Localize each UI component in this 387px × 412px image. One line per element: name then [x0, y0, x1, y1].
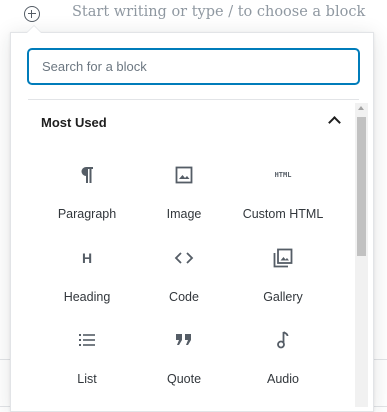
block-label: Gallery	[263, 290, 303, 304]
block-search-input[interactable]	[28, 49, 359, 84]
paragraph-icon	[75, 163, 99, 187]
scroll-up-arrow-icon[interactable]	[358, 106, 364, 110]
image-icon	[172, 163, 196, 187]
chevron-up-icon[interactable]	[328, 116, 341, 129]
block-quote[interactable]: Quote	[134, 328, 234, 404]
block-label: Paragraph	[57, 207, 117, 221]
most-used-panel-toggle[interactable]: Most Used	[28, 107, 359, 137]
code-icon	[172, 246, 196, 270]
block-label: Custom HTML	[242, 207, 324, 221]
heading-icon: H	[75, 246, 99, 270]
block-label: Code	[169, 290, 199, 304]
editor-placeholder[interactable]: Start writing or type / to choose a bloc…	[72, 4, 365, 20]
block-label: Audio	[267, 372, 299, 386]
block-label: List	[77, 372, 97, 386]
block-custom-html[interactable]: HTML Custom HTML	[233, 163, 333, 239]
block-label: Heading	[63, 290, 111, 304]
add-block-icon[interactable]	[24, 6, 40, 22]
block-heading[interactable]: H Heading	[37, 246, 137, 322]
heading-icon-text: H	[81, 250, 93, 266]
html-icon-text: HTML	[274, 171, 292, 179]
scrollbar-thumb[interactable]	[357, 117, 366, 256]
block-inserter-popover: Most Used Paragraph Image HTML Custom HT…	[10, 25, 374, 412]
quote-icon	[172, 328, 196, 352]
editor-default-block: Start writing or type / to choose a bloc…	[0, 0, 387, 30]
block-label: Image	[166, 207, 202, 221]
html-icon: HTML	[271, 163, 295, 187]
gallery-icon	[271, 246, 295, 270]
search-divider	[28, 99, 359, 100]
block-list-item[interactable]: List	[37, 328, 137, 404]
block-paragraph[interactable]: Paragraph	[37, 163, 137, 239]
list-icon	[75, 328, 99, 352]
block-gallery[interactable]: Gallery	[233, 246, 333, 322]
block-audio[interactable]: Audio	[233, 328, 333, 404]
scrollbar[interactable]	[355, 103, 368, 407]
block-label: Quote	[166, 372, 202, 386]
audio-icon	[271, 328, 295, 352]
block-code[interactable]: Code	[134, 246, 234, 322]
panel-title: Most Used	[41, 115, 107, 130]
popover-arrow-fill	[27, 26, 41, 33]
block-image[interactable]: Image	[134, 163, 234, 239]
